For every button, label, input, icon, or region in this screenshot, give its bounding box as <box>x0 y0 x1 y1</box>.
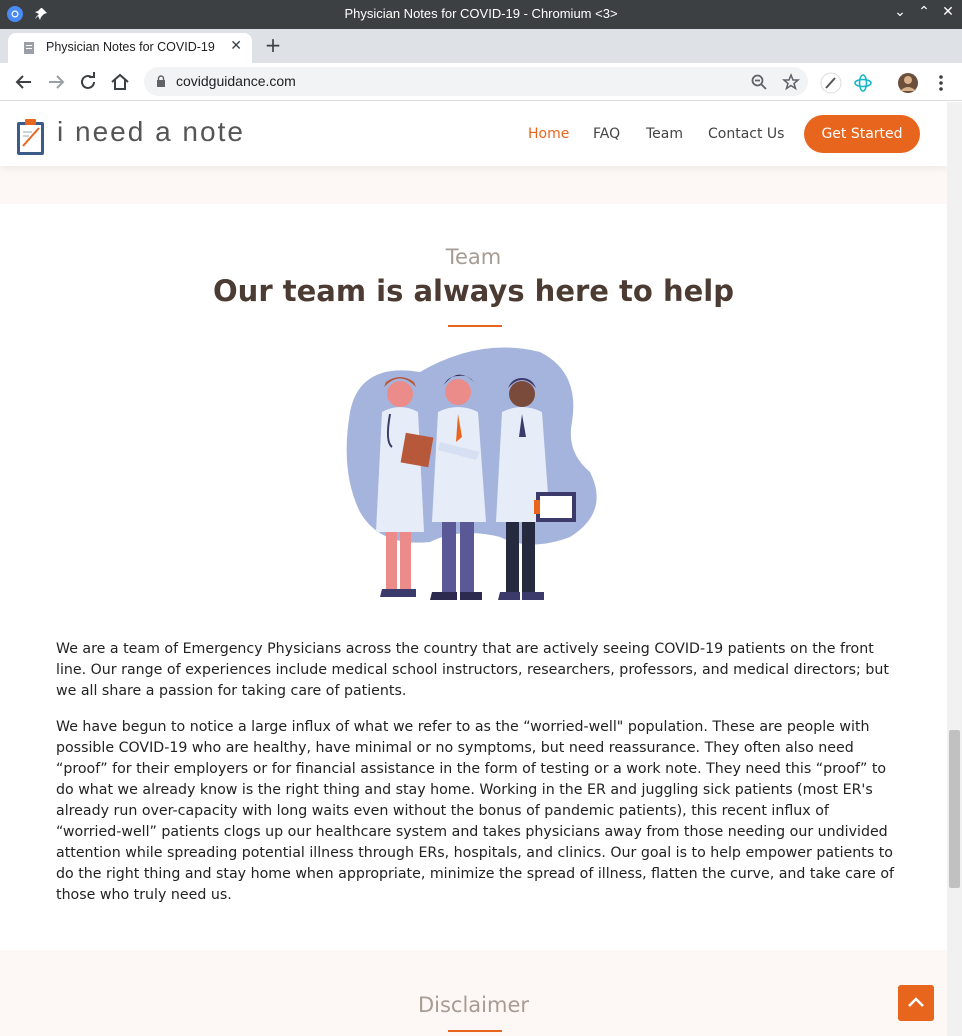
nav-home-link[interactable]: Home <box>528 126 569 142</box>
close-tab-icon[interactable]: ✕ <box>230 38 242 54</box>
scrollbar-thumb[interactable] <box>949 730 960 888</box>
clipboard-logo-icon[interactable] <box>16 118 46 156</box>
page-scrollbar[interactable] <box>947 102 962 1036</box>
address-bar[interactable]: covidguidance.com <box>144 67 808 96</box>
team-paragraph-2: We have begun to notice a large influx o… <box>56 719 895 903</box>
document-favicon-icon <box>24 42 34 54</box>
title-underline <box>448 325 502 327</box>
nav-contact-link[interactable]: Contact Us <box>708 126 784 142</box>
menu-dots-icon[interactable] <box>930 72 952 94</box>
reload-icon[interactable] <box>76 70 100 94</box>
home-icon[interactable] <box>108 70 132 94</box>
window-title: Physician Notes for COVID-19 - Chromium … <box>344 6 618 21</box>
maximize-icon[interactable]: ⌃ <box>914 4 934 20</box>
nav-team-link[interactable]: Team <box>646 126 683 142</box>
team-section-label: Team <box>445 245 502 269</box>
team-section-title: Our team is always here to help <box>213 274 734 308</box>
browser-tab[interactable]: Physician Notes for COVID-19 ✕ <box>8 33 252 63</box>
previous-section-band <box>0 166 947 204</box>
nav-faq-link[interactable]: FAQ <box>593 126 620 142</box>
back-to-top-button[interactable] <box>898 985 934 1021</box>
close-window-icon[interactable]: ✕ <box>938 4 958 20</box>
site-header: i need a note Home FAQ Team Contact Us G… <box>0 102 947 166</box>
profile-avatar-icon[interactable] <box>897 72 919 94</box>
team-paragraph-1: We are a team of Emergency Physicians ac… <box>56 641 889 699</box>
extension-brush-icon[interactable] <box>820 72 842 94</box>
back-icon[interactable] <box>12 70 36 94</box>
url-text: covidguidance.com <box>176 73 296 89</box>
get-started-button[interactable]: Get Started <box>804 115 920 153</box>
new-tab-icon[interactable]: + <box>262 33 284 57</box>
disclaimer-underline <box>448 1030 502 1032</box>
zoom-icon[interactable] <box>750 73 768 91</box>
tab-title: Physician Notes for COVID-19 <box>46 40 215 54</box>
extension-atom-icon[interactable] <box>852 72 874 94</box>
doctors-team-illustration <box>346 347 597 600</box>
window-titlebar: Physician Notes for COVID-19 - Chromium … <box>0 0 962 29</box>
tab-strip: Physician Notes for COVID-19 ✕ + <box>0 29 962 63</box>
minimize-icon[interactable]: ⌄ <box>890 4 910 20</box>
disclaimer-section: Disclaimer <box>0 950 947 1036</box>
forward-icon[interactable] <box>44 70 68 94</box>
logo-text[interactable]: i need a note <box>57 116 245 148</box>
bookmark-star-icon[interactable] <box>782 73 800 91</box>
lock-icon <box>157 75 165 87</box>
page-viewport: i need a note Home FAQ Team Contact Us G… <box>0 102 947 1036</box>
disclaimer-section-label: Disclaimer <box>417 993 530 1017</box>
browser-toolbar: covidguidance.com <box>0 63 962 101</box>
